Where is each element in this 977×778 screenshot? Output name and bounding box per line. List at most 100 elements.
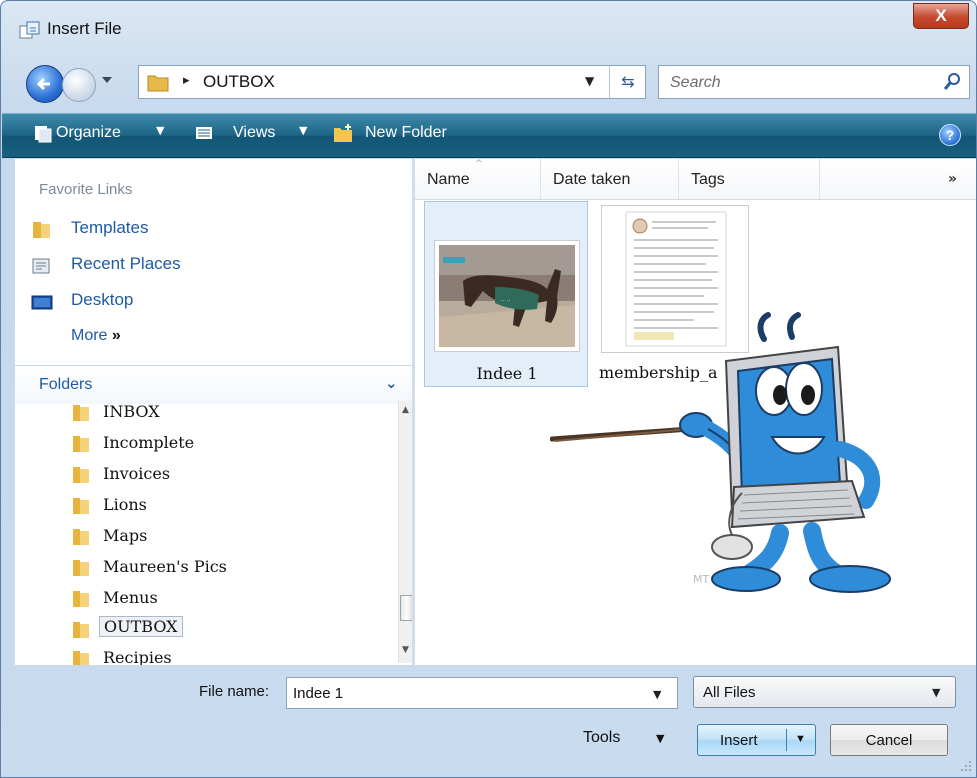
favorite-label[interactable]: Templates [71,218,148,238]
column-label: Tags [691,171,725,188]
folder-icon [33,222,50,238]
folder-item[interactable]: Invoices [67,461,397,489]
organize-button[interactable]: Organize [56,124,121,142]
more-columns-icon[interactable]: » [948,171,957,187]
folder-label[interactable]: Recipies [103,648,172,665]
favorite-label[interactable]: Recent Places [71,254,181,274]
address-dropdown-icon[interactable]: ▼ [585,74,594,88]
search-input[interactable]: Search [670,74,721,92]
more-favorites-link[interactable]: More » [71,327,121,345]
folder-item[interactable]: Recipies [67,645,397,665]
insert-file-dialog: Insert File X ▸ OUTBOX ▼ ⇆ Search Organi… [0,0,977,778]
back-button[interactable] [26,65,64,103]
file-type-value: All Files [703,684,756,701]
insert-file-icon [19,21,40,39]
insert-options-dropdown-icon[interactable]: ▼ [795,733,806,745]
new-folder-button[interactable]: New Folder [365,124,447,142]
insert-button[interactable]: Insert ▼ [697,724,816,756]
chevron-down-icon[interactable]: ⌄ [385,374,398,392]
views-icon [196,127,212,139]
column-label: Date taken [553,171,631,188]
chevron-down-icon[interactable]: ▼ [932,686,940,699]
navigation-pane: Favorite Links Templates Recent Places D… [15,159,416,665]
favorite-links-heading: Favorite Links [39,181,133,198]
folder-icon [73,436,89,452]
breadcrumb-separator-icon[interactable]: ▸ [183,73,190,88]
folder-label[interactable]: Menus [103,588,158,607]
views-dropdown-icon[interactable]: ▼ [299,124,307,137]
folder-icon [73,405,89,421]
command-toolbar: Organize ▼ Views ▼ New Folder ? [2,113,976,158]
refresh-icon[interactable]: ⇆ [609,66,646,98]
folder-label[interactable]: INBOX [103,402,160,421]
folder-icon [73,467,89,483]
column-name[interactable]: ^ Name [415,159,541,199]
cancel-button[interactable]: Cancel [830,724,948,756]
address-bar[interactable]: ▸ OUTBOX ▼ ⇆ [138,65,646,99]
close-icon: X [935,6,947,25]
tools-menu-button[interactable]: Tools [583,729,620,747]
folder-icon [73,622,89,638]
folder-label[interactable]: Maureen's Pics [103,557,227,576]
more-chevron-icon: » [111,327,121,344]
tools-dropdown-icon[interactable]: ▼ [656,732,664,745]
window-title: Insert File [47,19,122,38]
search-icon[interactable] [944,72,962,92]
file-name-label: File name: [199,683,270,700]
insert-label: Insert [720,732,758,749]
column-date-taken[interactable]: Date taken [541,159,679,199]
folder-icon [73,591,89,607]
sort-arrow-icon: ^ [475,159,483,169]
folder-item[interactable]: Incomplete [67,430,397,458]
file-name-dropdown-icon[interactable]: ▼ [653,688,661,701]
folder-label[interactable]: Maps [103,526,147,545]
forward-button[interactable] [62,68,96,102]
folder-icon [73,529,89,545]
recent-pages-dropdown-icon[interactable] [101,73,113,87]
folder-label[interactable]: OUTBOX [99,616,183,637]
file-name-field[interactable]: Indee 1 ▼ [286,677,678,709]
folder-icon [73,498,89,514]
folder-item[interactable]: INBOX [67,399,397,427]
folder-item-selected[interactable]: OUTBOX [67,616,397,644]
folder-icon [147,75,169,92]
desktop-icon [31,295,53,310]
column-tags[interactable]: Tags [679,159,820,199]
search-box[interactable]: Search [658,65,970,99]
favorite-recent-places[interactable]: Recent Places [15,251,412,281]
folder-label[interactable]: Incomplete [103,433,194,452]
split-divider [786,729,787,751]
favorite-desktop[interactable]: Desktop [15,287,412,317]
computer-mascot-illustration: MT [550,312,891,593]
folder-item[interactable]: Maureen's Pics [67,554,397,582]
folder-item[interactable]: Lions [67,492,397,520]
organize-icon [35,126,52,143]
folders-heading: Folders [39,376,93,393]
breadcrumb-outbox[interactable]: OUTBOX [203,72,275,92]
folder-item[interactable]: Maps [67,523,397,551]
svg-text:.. ..: .. .. [501,296,511,303]
views-button[interactable]: Views [233,124,275,142]
folder-icon [73,560,89,576]
folder-label[interactable]: Lions [103,495,147,514]
close-button[interactable]: X [913,3,969,29]
help-icon[interactable]: ? [939,124,961,146]
title-bar: Insert File X [1,1,976,53]
more-label: More [71,327,108,344]
folder-icon [73,651,89,665]
scroll-down-icon[interactable]: ▼ [402,645,409,655]
column-label: Name [427,171,470,188]
new-folder-icon [334,124,352,142]
recent-places-icon [32,258,50,274]
folder-label[interactable]: Invoices [103,464,170,483]
scroll-up-icon[interactable]: ▲ [402,405,409,415]
organize-dropdown-icon[interactable]: ▼ [156,124,164,137]
file-name-input[interactable]: Indee 1 [293,685,343,702]
mascot-caption: MT [693,573,709,586]
favorite-label[interactable]: Desktop [71,290,133,310]
back-arrow-icon [36,77,50,91]
file-type-select[interactable]: All Files ▼ [693,676,956,708]
favorite-templates[interactable]: Templates [15,215,412,245]
folder-item[interactable]: Menus [67,585,397,613]
resize-grip-icon[interactable] [959,759,973,773]
